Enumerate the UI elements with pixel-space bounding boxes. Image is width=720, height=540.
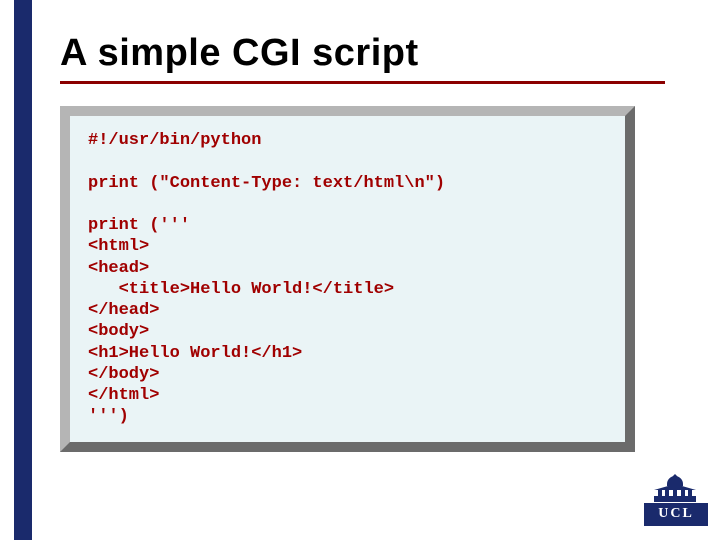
- left-accent-bar: [14, 0, 32, 540]
- code-text: #!/usr/bin/python print ("Content-Type: …: [88, 130, 607, 428]
- ucl-logo: UCL: [644, 474, 706, 526]
- page-title: A simple CGI script: [60, 32, 690, 75]
- slide-content: A simple CGI script #!/usr/bin/python pr…: [60, 18, 690, 452]
- code-box: #!/usr/bin/python print ("Content-Type: …: [60, 106, 635, 452]
- ucl-dome-icon: [652, 474, 698, 504]
- title-underline: [60, 81, 665, 84]
- code-box-container: #!/usr/bin/python print ("Content-Type: …: [60, 106, 635, 452]
- ucl-logo-text: UCL: [644, 503, 708, 526]
